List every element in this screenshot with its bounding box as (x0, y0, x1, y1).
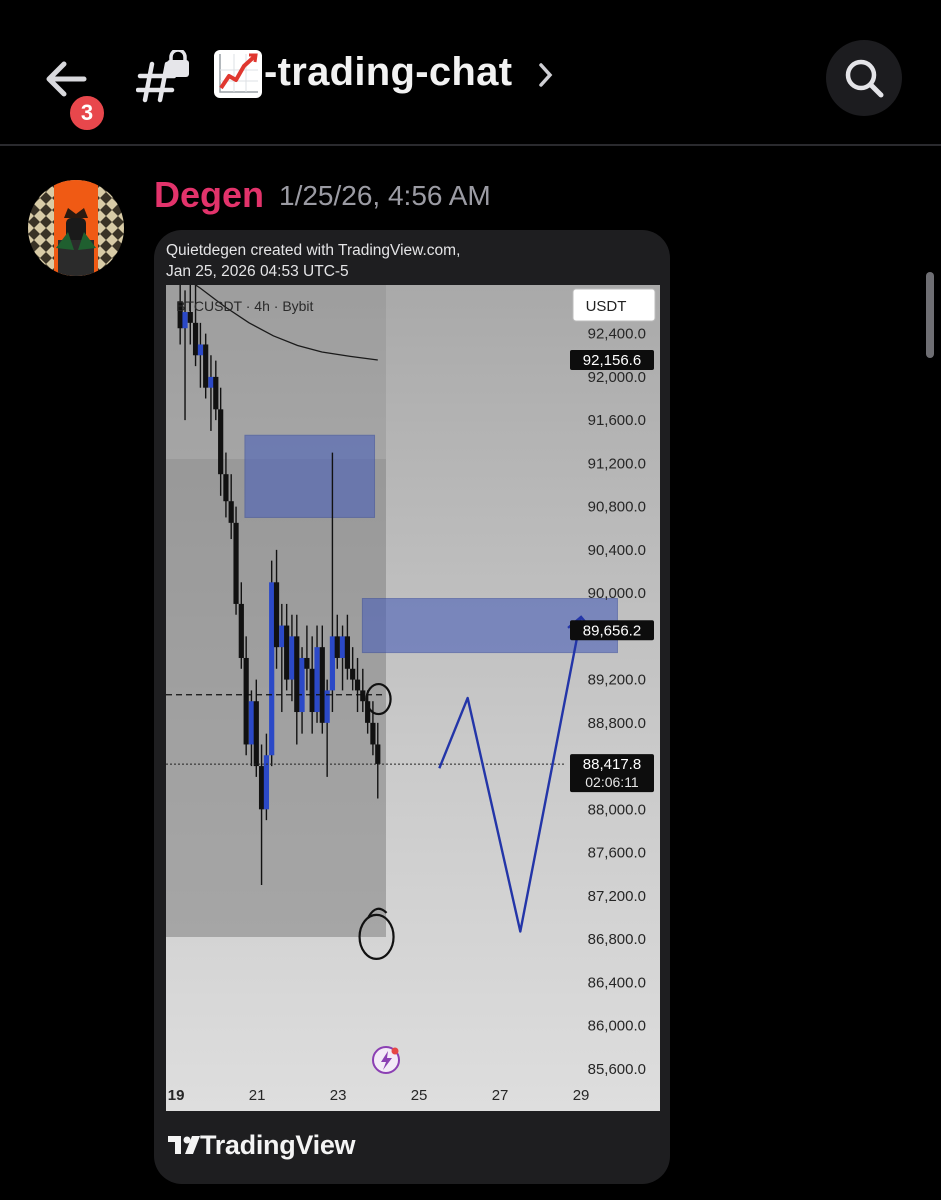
price-label: 89,656.2 (583, 622, 641, 639)
candle (258, 766, 265, 810)
candle (294, 636, 300, 713)
x-tick-label: 25 (411, 1087, 428, 1104)
y-tick-label: 88,800.0 (588, 715, 646, 732)
currency-button-label: USDT (586, 298, 627, 315)
candle (354, 679, 361, 691)
author-name[interactable]: Degen (154, 174, 264, 216)
candle (197, 344, 204, 356)
chart-increasing-icon (214, 50, 262, 98)
header-divider (0, 144, 941, 146)
y-tick-label: 90,800.0 (588, 499, 646, 516)
candle (299, 657, 305, 713)
candle (319, 647, 325, 723)
candle (223, 474, 229, 502)
candle (248, 701, 255, 745)
price-label: 88,417.8 (583, 756, 641, 773)
y-tick-label: 92,400.0 (588, 326, 646, 343)
channel-header: 3 -trading-chat (0, 0, 941, 145)
tradingview-brand: TradingView (200, 1130, 356, 1160)
candle (304, 657, 310, 669)
message-timestamp: 1/25/26, 4:56 AM (279, 180, 491, 211)
tradingview-logo-icon (168, 1134, 200, 1156)
y-tick-label: 86,000.0 (588, 1018, 646, 1035)
search-button[interactable] (826, 40, 902, 116)
y-tick-label: 92,000.0 (588, 369, 646, 386)
x-tick-label: 23 (330, 1087, 347, 1104)
candle (309, 668, 315, 713)
locked-channel-icon (135, 48, 194, 104)
candle (350, 668, 356, 680)
x-tick-label: 21 (249, 1087, 266, 1104)
candle (269, 582, 275, 756)
candle (329, 636, 336, 691)
candle (344, 636, 351, 669)
y-tick-label: 88,000.0 (588, 801, 646, 818)
candle (314, 647, 320, 713)
range-shade (166, 459, 386, 937)
chart-credit-line: Quietdegen created with TradingView.com, (166, 242, 461, 259)
y-tick-label: 89,200.0 (588, 672, 646, 689)
chart-date-line: Jan 25, 2026 04:53 UTC-5 (166, 263, 349, 280)
y-tick-label: 90,000.0 (588, 585, 646, 602)
candle (243, 657, 249, 745)
y-tick-label: 87,200.0 (588, 888, 646, 905)
lightning-icon[interactable] (372, 1046, 400, 1074)
y-tick-label: 90,400.0 (588, 542, 646, 559)
image-attachment[interactable]: Quietdegen created with TradingView.com,… (154, 230, 670, 1184)
chevron-right-icon[interactable] (536, 60, 556, 90)
candle (360, 690, 366, 702)
candle (213, 376, 219, 410)
candle (192, 322, 199, 356)
candle (273, 582, 280, 648)
candle (218, 409, 224, 475)
candle (289, 636, 295, 680)
price-label: 92,156.6 (583, 352, 641, 369)
price-chart: 92,400.0 92,000.0 91,600.0 91,200.0 90,800.0… (166, 285, 660, 1111)
y-tick-label: 86,400.0 (588, 974, 646, 991)
x-tick-label: 27 (492, 1087, 509, 1104)
candle (284, 625, 290, 680)
candle (263, 755, 270, 810)
search-icon (845, 59, 884, 98)
y-tick-label: 87,600.0 (588, 845, 646, 862)
candle (370, 722, 376, 745)
candle (279, 625, 285, 648)
channel-name[interactable]: -trading-chat (264, 50, 512, 95)
x-tick-label: 19 (168, 1087, 185, 1104)
y-tick-label: 85,600.0 (588, 1061, 646, 1078)
y-tick-label: 91,600.0 (588, 412, 646, 429)
candle (228, 501, 234, 523)
candle (238, 603, 244, 658)
y-tick-label: 86,800.0 (588, 931, 646, 948)
countdown-label: 02:06:11 (585, 774, 639, 790)
supply-zone (244, 434, 376, 518)
avatar[interactable] (28, 180, 124, 276)
unread-badge: 3 (66, 92, 108, 134)
candle (334, 636, 340, 658)
scrollbar-thumb[interactable] (926, 272, 934, 358)
candle (208, 376, 214, 388)
candle (375, 744, 381, 764)
candle (233, 522, 239, 604)
candle (182, 312, 188, 329)
candle (339, 636, 346, 658)
candle (203, 344, 209, 388)
y-tick-label: 91,200.0 (588, 455, 646, 472)
candle (253, 701, 259, 767)
symbol-line: BTCUSDT · 4h · Bybit (176, 298, 314, 314)
x-tick-label: 29 (573, 1087, 590, 1104)
